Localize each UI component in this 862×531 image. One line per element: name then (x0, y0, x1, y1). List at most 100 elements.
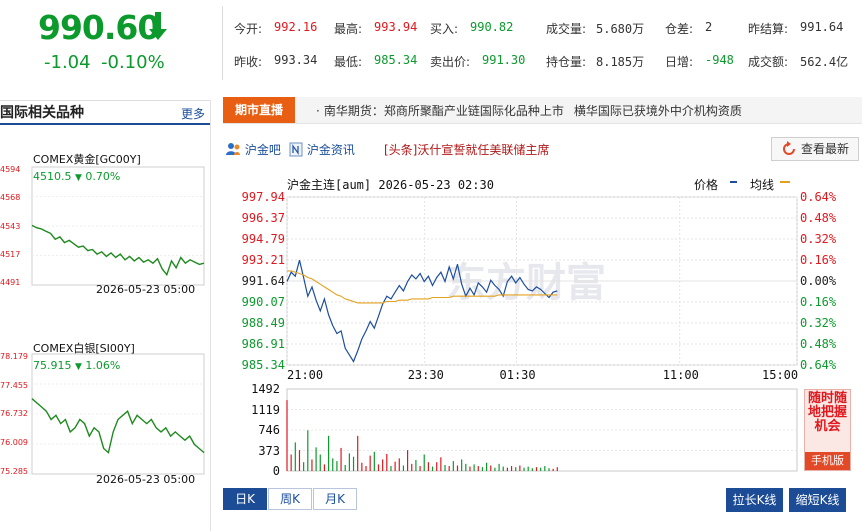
sidebar-top-border (0, 100, 210, 101)
y-tick-right: 0.48% (800, 337, 837, 351)
mini-y-label: 4568 (0, 193, 21, 202)
gold-forum-link[interactable]: 沪金吧 (225, 141, 281, 158)
mini-y-label: 4517 (0, 250, 21, 259)
mini-chart-gold[interactable]: COMEX黄金[GC00Y] 4510.5 ▼ 0.70% 4594 4568 … (0, 148, 210, 298)
headline-link[interactable]: [头条]沃什宣誓就任美联储主席 (384, 141, 549, 158)
quote-label: 昨收: (234, 55, 263, 69)
promo-text: 随时随地把握机会 (807, 391, 847, 434)
quote-value: 992.16 (274, 20, 318, 34)
news-label: 期市直播 (223, 97, 295, 123)
gold-forum-label: 沪金吧 (244, 143, 281, 157)
sidebar-more-link[interactable]: 更多 (181, 105, 205, 122)
period-weekly-tab[interactable]: 周K (268, 488, 312, 510)
y-tick-right: 0.32% (800, 232, 837, 246)
quote-value: 991.30 (482, 53, 526, 67)
mini-y-label: 77.455 (0, 381, 28, 390)
volume-tick: 0 (272, 464, 280, 478)
quote-label: 持仓量: (546, 55, 587, 69)
mini-y-label: 4594 (0, 165, 21, 174)
y-tick-left: 990.07 (241, 295, 285, 309)
promo-footer: 手机版 (805, 452, 850, 470)
quote-label: 今开: (234, 22, 263, 36)
news-item[interactable]: 南华期货：郑商所聚酯产业链国际化品种上市 (324, 104, 564, 118)
quote-label: 日增: (665, 55, 694, 69)
y-tick-left: 985.34 (241, 358, 285, 372)
x-tick: 11:00 (662, 368, 699, 382)
zoom-in-kline-button[interactable]: 缩短K线 (789, 488, 846, 512)
y-tick-left: 988.49 (241, 316, 285, 330)
mini-y-label: 4491 (0, 278, 21, 287)
quote-value: 985.34 (374, 53, 418, 67)
price-change-pct: -0.10% (101, 52, 165, 73)
last-price: 990.60 (38, 8, 160, 47)
quote-label: 昨结算: (748, 22, 789, 36)
y-tick-right: 0.16% (800, 253, 837, 267)
zoom-out-kline-button[interactable]: 拉长K线 (726, 488, 783, 512)
x-tick: 21:00 (287, 368, 324, 382)
intraday-price-chart[interactable]: 东方财富 (286, 196, 798, 366)
period-daily-tab[interactable]: 日K (223, 488, 267, 510)
mini-chart-plot (31, 166, 205, 286)
quote-label: 买入: (430, 22, 459, 36)
quote-value: 993.34 (274, 53, 318, 67)
quote-label: 最低: (334, 55, 363, 69)
legend-price-swatch (730, 181, 737, 183)
news-items: · 南华期货：郑商所聚酯产业链国际化品种上市 横华国际已获境外中介机构资质 (316, 102, 742, 119)
sidebar-divider (210, 100, 211, 531)
quote-value: 991.64 (800, 20, 844, 34)
volume-tick: 746 (258, 423, 280, 437)
quote-value: 562.4亿 (800, 55, 849, 69)
legend-avg-label: 均线 (750, 178, 775, 192)
news-item[interactable]: 横华国际已获境外中介机构资质 (574, 104, 742, 118)
x-tick: 15:00 (762, 368, 799, 382)
y-tick-left: 991.64 (241, 274, 285, 288)
legend-avg-swatch (780, 181, 790, 183)
quote-value: 990.82 (470, 20, 514, 34)
x-tick: 23:30 (407, 368, 444, 382)
gold-news-label: 沪金资讯 (306, 143, 355, 157)
quote-value: 993.94 (374, 20, 418, 34)
down-arrow-icon (149, 12, 167, 40)
volume-tick: 1119 (251, 402, 280, 417)
view-latest-button[interactable]: 查看最新 (771, 137, 859, 161)
mini-chart-plot (31, 353, 205, 475)
bullet-icon: · (316, 104, 320, 118)
quote-value: -948 (705, 53, 734, 67)
y-tick-right: 0.00% (800, 274, 837, 288)
mini-y-label: 78.179 (0, 352, 28, 361)
y-tick-right: 0.64% (800, 190, 837, 204)
y-tick-left: 997.94 (241, 190, 285, 204)
quote-value: 5.680万 (596, 22, 645, 36)
view-latest-label: 查看最新 (801, 142, 850, 156)
sidebar-title-rule (0, 123, 210, 125)
mini-chart-silver[interactable]: COMEX白银[SI00Y] 75.915 ▼ 1.06% 78.179 77.… (0, 337, 210, 487)
gold-news-link[interactable]: 沪金资讯 (289, 141, 355, 158)
mini-y-label: 76.732 (0, 409, 28, 418)
price-change: -1.04 (44, 52, 91, 73)
mini-y-label: 4543 (0, 222, 21, 231)
mobile-promo[interactable]: 随时随地把握机会 手机版 (804, 389, 851, 471)
quote-value: 2 (705, 20, 713, 34)
volume-chart[interactable] (286, 388, 798, 472)
y-tick-right: 0.48% (800, 211, 837, 225)
watermark: 东方财富 (446, 261, 606, 305)
y-tick-left: 993.21 (241, 253, 285, 267)
legend-price-label: 价格 (694, 178, 719, 192)
y-tick-left: 994.79 (241, 232, 285, 246)
quote-label: 仓差: (665, 22, 694, 36)
mini-price-line (31, 398, 205, 454)
people-icon (226, 143, 240, 155)
mini-chart-date: 2026-05-23 05:00 (96, 283, 196, 296)
quote-label: 最高: (334, 22, 363, 36)
quote-label: 成交量: (546, 22, 587, 36)
quote-label: 卖出价: (430, 55, 471, 69)
mini-y-label: 76.009 (0, 438, 28, 447)
y-tick-right: 0.32% (800, 316, 837, 330)
header-divider (222, 6, 223, 80)
document-icon (289, 142, 303, 157)
y-tick-left: 986.91 (241, 337, 285, 351)
y-tick-right: 0.16% (800, 295, 837, 309)
y-tick-left: 996.37 (241, 211, 285, 225)
x-tick: 01:30 (499, 368, 536, 382)
period-monthly-tab[interactable]: 月K (313, 488, 357, 510)
